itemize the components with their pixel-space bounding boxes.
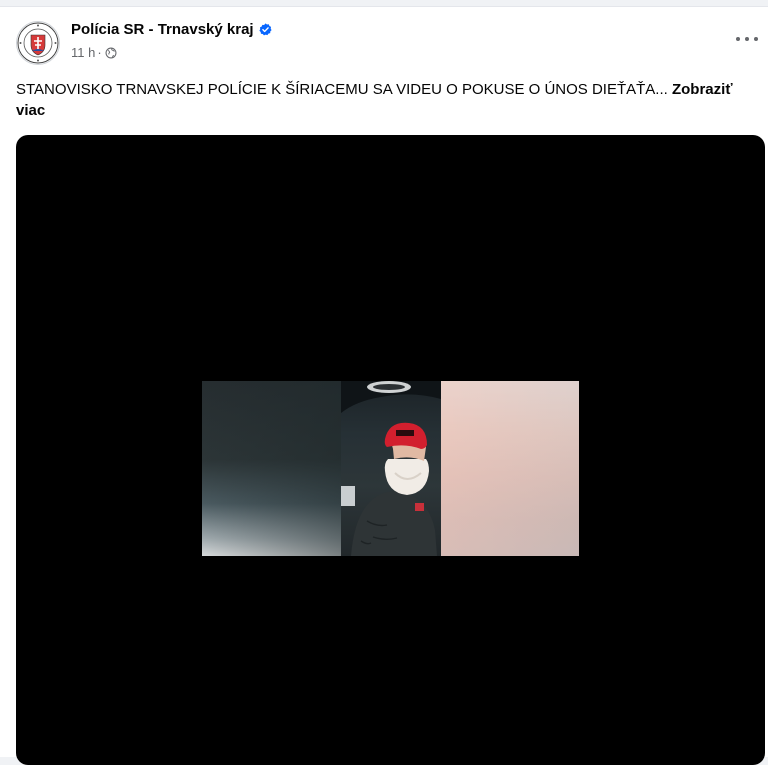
post-text: STANOVISKO TRNAVSKEJ POLÍCIE K ŠÍRIACEMU…: [16, 79, 756, 121]
page-name[interactable]: Polícia SR - Trnavský kraj: [71, 21, 272, 38]
post-text-content: STANOVISKO TRNAVSKEJ POLÍCIE K ŠÍRIACEMU…: [16, 81, 668, 98]
man-in-car-image: [341, 381, 441, 556]
verified-badge-icon: [259, 23, 272, 36]
video-blur-left: [202, 381, 341, 556]
more-dot-icon: [745, 37, 749, 41]
video-blur-right: [441, 381, 579, 556]
post-header: Polícia SR - Trnavský kraj 11 h ·: [0, 7, 768, 69]
meta-separator: ·: [97, 45, 102, 60]
more-dot-icon: [754, 37, 758, 41]
post-meta: 11 h ·: [71, 45, 117, 60]
globe-icon: [105, 47, 117, 58]
more-options-button[interactable]: [736, 33, 758, 45]
post-card: Polícia SR - Trnavský kraj 11 h · STANOV…: [0, 6, 768, 765]
more-dot-icon: [736, 37, 740, 41]
video-center-image: [341, 381, 441, 556]
page-name-text[interactable]: Polícia SR - Trnavský kraj: [71, 21, 254, 38]
police-emblem-icon: [17, 22, 59, 64]
post-time[interactable]: 11 h: [71, 45, 95, 60]
avatar[interactable]: [16, 21, 60, 65]
video-player[interactable]: [16, 135, 765, 765]
video-frame: [202, 381, 579, 556]
